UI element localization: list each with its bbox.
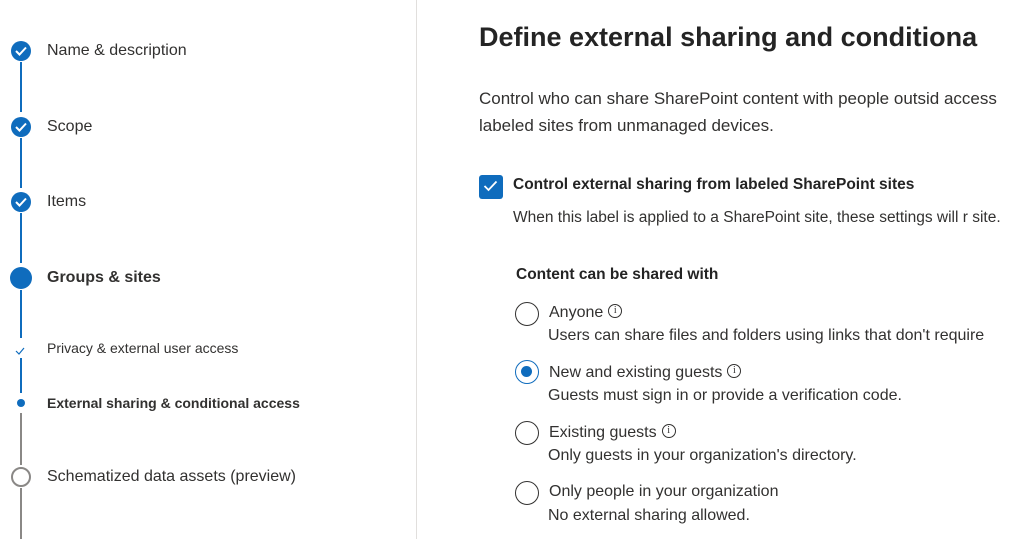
step-scope[interactable]: Scope	[47, 118, 92, 136]
step-name-description[interactable]: Name & description	[47, 42, 187, 60]
radio-anyone[interactable]	[515, 302, 539, 326]
checkmark-icon	[11, 41, 31, 61]
progress-rail	[20, 290, 22, 338]
page-title: Define external sharing and conditiona	[479, 22, 978, 52]
radio-only-org[interactable]	[515, 481, 539, 505]
checkmark-icon	[483, 180, 498, 192]
sharing-section-label: Content can be shared with	[516, 266, 719, 283]
option-new-existing-guests-description: Guests must sign in or provide a verific…	[548, 387, 902, 404]
page-description: Control who can share SharePoint content…	[479, 89, 997, 135]
pane-divider	[416, 0, 417, 539]
option-existing-guests-description: Only guests in your organization's direc…	[548, 447, 857, 464]
checkmark-icon	[11, 117, 31, 137]
progress-rail	[20, 358, 22, 393]
checkmark-icon	[11, 192, 31, 212]
small-checkmark-icon	[14, 343, 26, 355]
filled-circle-icon	[10, 267, 32, 289]
substep-external-sharing[interactable]: External sharing & conditional access	[47, 395, 300, 411]
progress-rail	[20, 62, 22, 112]
radio-new-existing-guests[interactable]	[515, 360, 539, 384]
option-anyone-description: Users can share files and folders using …	[548, 327, 985, 344]
progress-rail	[20, 488, 22, 539]
option-new-existing-guests-label[interactable]: New and existing guests i	[549, 364, 742, 382]
step-groups-sites[interactable]: Groups & sites	[47, 269, 161, 287]
wizard-nav: Name & description Scope Items Groups & …	[0, 0, 416, 539]
info-icon[interactable]: i	[727, 364, 742, 378]
control-sharing-label[interactable]: Control external sharing from labeled Sh…	[513, 176, 914, 194]
option-label-text: Existing guests	[549, 424, 657, 441]
option-only-org-label[interactable]: Only people in your organization	[549, 483, 778, 501]
option-anyone-label[interactable]: Anyone i	[549, 304, 623, 322]
progress-rail	[20, 138, 22, 188]
substep-privacy-access[interactable]: Privacy & external user access	[47, 340, 238, 356]
progress-rail	[20, 413, 22, 465]
option-label-text: New and existing guests	[549, 364, 723, 381]
empty-circle-icon	[11, 467, 31, 487]
option-only-org-description: No external sharing allowed.	[548, 507, 750, 524]
step-schematized-data-assets[interactable]: Schematized data assets (preview)	[47, 468, 296, 486]
option-label-text: Anyone	[549, 304, 604, 321]
step-items[interactable]: Items	[47, 193, 86, 211]
dot-icon	[17, 399, 25, 407]
info-icon[interactable]: i	[661, 424, 676, 438]
info-icon[interactable]: i	[608, 304, 623, 318]
control-sharing-description: When this label is applied to a SharePoi…	[513, 209, 1001, 226]
radio-existing-guests[interactable]	[515, 421, 539, 445]
progress-rail	[20, 213, 22, 263]
option-existing-guests-label[interactable]: Existing guests i	[549, 424, 676, 442]
control-sharing-checkbox[interactable]	[479, 175, 503, 199]
